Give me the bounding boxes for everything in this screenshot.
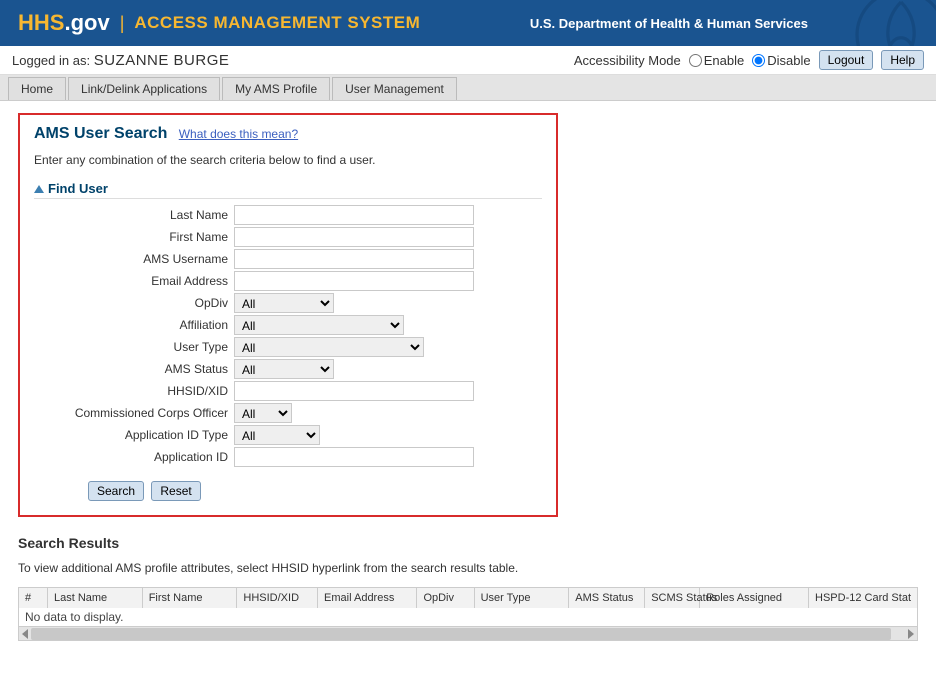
col-num[interactable]: #: [19, 588, 48, 608]
col-first-name[interactable]: First Name: [143, 588, 238, 608]
label-app-id-type: Application ID Type: [34, 428, 234, 442]
logged-in-label: Logged in as:: [12, 53, 90, 68]
ams-username-input[interactable]: [234, 249, 474, 269]
first-name-input[interactable]: [234, 227, 474, 247]
ams-status-select[interactable]: All: [234, 359, 334, 379]
last-name-input[interactable]: [234, 205, 474, 225]
logo-main: HHS: [18, 10, 64, 35]
session-row: Logged in as: SUZANNE BURGE Accessibilit…: [0, 46, 936, 75]
panel-title: AMS User Search: [34, 125, 167, 142]
label-opdiv: OpDiv: [34, 296, 234, 310]
label-email: Email Address: [34, 274, 234, 288]
col-hhsid[interactable]: HHSID/XID: [237, 588, 318, 608]
user-type-select[interactable]: All: [234, 337, 424, 357]
logout-button[interactable]: Logout: [819, 50, 874, 70]
cco-select[interactable]: All: [234, 403, 292, 423]
logo-separator: |: [120, 13, 125, 34]
tab-home[interactable]: Home: [8, 77, 66, 100]
help-button[interactable]: Help: [881, 50, 924, 70]
results-title: Search Results: [18, 535, 918, 551]
email-input[interactable]: [234, 271, 474, 291]
search-button[interactable]: Search: [88, 481, 144, 501]
label-hhsid: HHSID/XID: [34, 384, 234, 398]
hhs-logo: HHS.gov: [18, 10, 110, 36]
accessibility-label: Accessibility Mode: [574, 53, 681, 68]
label-cco: Commissioned Corps Officer: [34, 406, 234, 420]
col-opdiv[interactable]: OpDiv: [417, 588, 474, 608]
tab-my-profile[interactable]: My AMS Profile: [222, 77, 330, 100]
label-ams-status: AMS Status: [34, 362, 234, 376]
affiliation-select[interactable]: All: [234, 315, 404, 335]
logged-in-user: SUZANNE BURGE: [94, 52, 230, 69]
reset-button[interactable]: Reset: [151, 481, 200, 501]
results-description: To view additional AMS profile attribute…: [18, 561, 918, 575]
hhsid-input[interactable]: [234, 381, 474, 401]
label-affiliation: Affiliation: [34, 318, 234, 332]
col-ams-status[interactable]: AMS Status: [569, 588, 645, 608]
accessibility-disable[interactable]: Disable: [752, 53, 810, 68]
scroll-right-icon[interactable]: [908, 629, 914, 639]
panel-description: Enter any combination of the search crit…: [34, 153, 542, 167]
opdiv-select[interactable]: All: [234, 293, 334, 313]
logo-gov: .gov: [64, 10, 109, 35]
tab-user-management[interactable]: User Management: [332, 77, 457, 100]
find-user-form: Last Name First Name AMS Username Email …: [34, 205, 542, 501]
section-label: Find User: [48, 181, 108, 196]
tab-link-delink[interactable]: Link/Delink Applications: [68, 77, 220, 100]
label-first-name: First Name: [34, 230, 234, 244]
no-data-message: No data to display.: [19, 608, 917, 626]
label-app-id: Application ID: [34, 450, 234, 464]
disable-radio[interactable]: [752, 54, 765, 67]
col-roles[interactable]: Roles Assigned: [700, 588, 809, 608]
col-user-type[interactable]: User Type: [475, 588, 570, 608]
app-id-input[interactable]: [234, 447, 474, 467]
hhs-seal-icon: [846, 0, 936, 46]
horizontal-scrollbar[interactable]: [19, 626, 917, 640]
scroll-thumb[interactable]: [31, 628, 891, 640]
col-hspd12[interactable]: HSPD-12 Card Stat: [809, 588, 917, 608]
app-title: ACCESS MANAGEMENT SYSTEM: [134, 13, 420, 33]
label-ams-username: AMS Username: [34, 252, 234, 266]
accessibility-enable[interactable]: Enable: [689, 53, 744, 68]
col-email[interactable]: Email Address: [318, 588, 417, 608]
find-user-section-header[interactable]: Find User: [34, 181, 542, 199]
app-id-type-select[interactable]: All: [234, 425, 320, 445]
results-table: # Last Name First Name HHSID/XID Email A…: [18, 587, 918, 641]
enable-radio[interactable]: [689, 54, 702, 67]
header-bar: HHS.gov | ACCESS MANAGEMENT SYSTEM U.S. …: [0, 0, 936, 46]
user-search-panel: AMS User Search What does this mean? Ent…: [18, 113, 558, 517]
results-header-row: # Last Name First Name HHSID/XID Email A…: [19, 588, 917, 608]
label-last-name: Last Name: [34, 208, 234, 222]
nav-tabs: Home Link/Delink Applications My AMS Pro…: [0, 75, 936, 101]
collapse-icon: [34, 185, 44, 193]
what-does-this-mean-link[interactable]: What does this mean?: [179, 127, 298, 141]
label-user-type: User Type: [34, 340, 234, 354]
scroll-left-icon[interactable]: [22, 629, 28, 639]
col-scms-status[interactable]: SCMS Status: [645, 588, 700, 608]
col-last-name[interactable]: Last Name: [48, 588, 143, 608]
